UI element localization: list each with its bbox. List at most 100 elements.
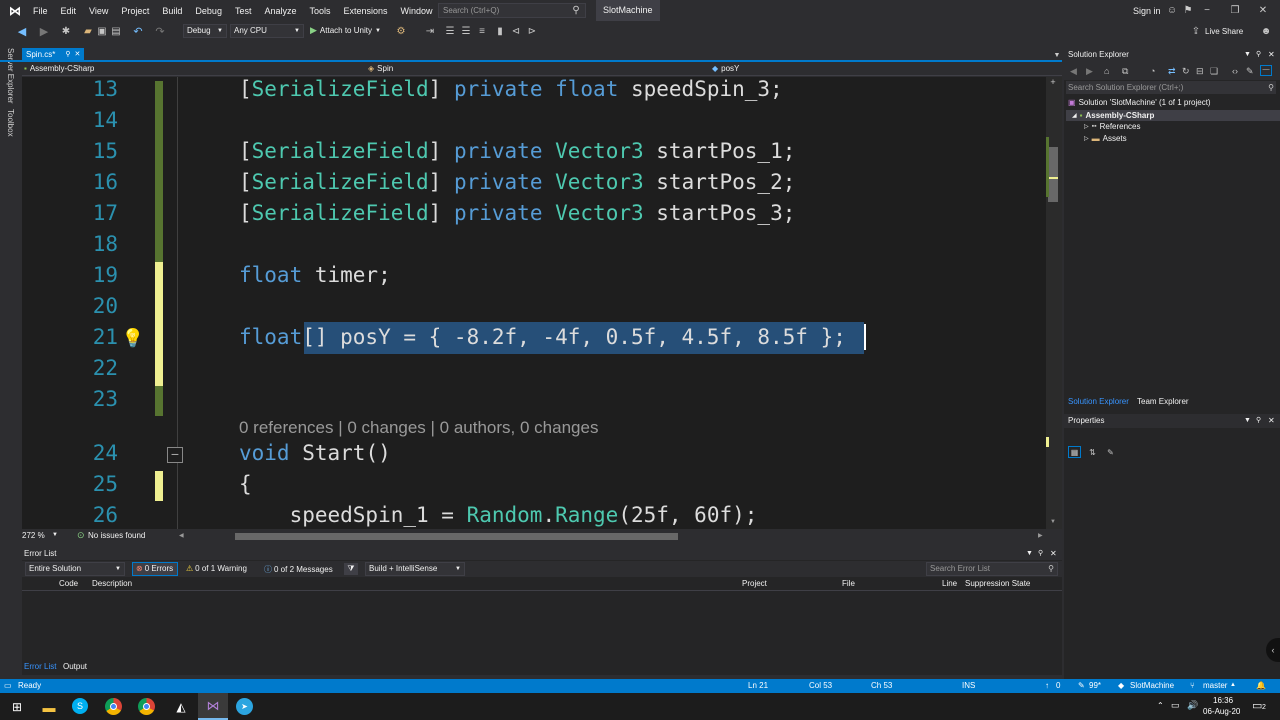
search-icon[interactable]: ⚲ (570, 4, 582, 16)
live-share-icon[interactable]: ⇪ (1190, 25, 1202, 37)
bookmark-next-icon[interactable]: ⊳ (526, 25, 538, 37)
status-branch[interactable]: master (1203, 681, 1227, 690)
volume-icon[interactable]: 🔊 (1187, 700, 1198, 711)
save-icon[interactable]: ▣ (96, 25, 108, 37)
visual-studio-logo-icon[interactable]: ⋈ (7, 3, 23, 19)
tray-time[interactable]: 16:36 (1213, 696, 1233, 705)
menu-item-debug[interactable]: Debug (195, 6, 222, 16)
panel-close-icon[interactable]: ✕ (1268, 414, 1275, 428)
code-line[interactable]: { (239, 472, 252, 496)
bookmark-icon[interactable]: ▮ (494, 25, 506, 37)
property-pages-icon[interactable]: ✎ (1104, 446, 1117, 458)
user-icon[interactable]: ☺ (1166, 4, 1178, 16)
panel-close-icon[interactable]: ✕ (1268, 48, 1275, 62)
menu-item-file[interactable]: File (33, 6, 48, 16)
code-editor[interactable]: 💡 − 13 [SerializeField] private float spe… (22, 77, 1046, 529)
network-icon[interactable]: ▭ (1171, 700, 1180, 711)
split-editor-icon[interactable]: + (1048, 77, 1058, 87)
telegram-icon[interactable]: ➤ (236, 698, 253, 715)
column-line[interactable]: Line (942, 579, 957, 588)
member-dropdown[interactable]: ◆ posY (712, 62, 1052, 75)
redo-icon[interactable]: ↷ (154, 25, 166, 38)
configuration-dropdown[interactable]: Debug ▼ (183, 24, 227, 38)
status-unpushed[interactable]: 0 (1056, 681, 1060, 690)
tab-team-explorer[interactable]: Team Explorer (1137, 397, 1189, 406)
column-project[interactable]: Project (742, 579, 767, 588)
chrome-icon[interactable] (105, 698, 122, 715)
scope-dropdown[interactable]: Entire Solution ▼ (25, 562, 125, 576)
preview-icon[interactable]: — (1260, 65, 1272, 76)
file-explorer-icon[interactable]: ▬ (38, 696, 60, 718)
menu-item-tools[interactable]: Tools (310, 6, 331, 16)
tab-output[interactable]: Output (63, 662, 87, 671)
scroll-down-icon[interactable]: ▼ (1048, 517, 1058, 527)
debug-tools-icon[interactable]: ⚙ (394, 25, 408, 37)
navigate-forward-icon[interactable]: ▶ (38, 25, 50, 38)
errors-filter-button[interactable]: ⊗ 0 Errors (132, 562, 178, 576)
menu-item-edit[interactable]: Edit (61, 6, 77, 16)
issues-status[interactable]: No issues found (88, 531, 145, 540)
error-search-input[interactable]: Search Error List ⚲ (926, 562, 1058, 576)
minimize-icon[interactable]: − (1200, 4, 1214, 16)
tree-assets[interactable]: ▷ ▬ Assets (1084, 134, 1127, 143)
bookmark-prev-icon[interactable]: ⊲ (510, 25, 522, 37)
navigate-back-icon[interactable]: ◀ (16, 25, 28, 38)
menu-item-view[interactable]: View (89, 6, 108, 16)
status-repo[interactable]: SlotMachine (1130, 681, 1174, 690)
sign-in-link[interactable]: Sign in (1133, 6, 1161, 16)
menu-item-extensions[interactable]: Extensions (344, 6, 388, 16)
panel-close-icon[interactable]: ✕ (1050, 547, 1057, 560)
forward-icon[interactable]: ▶ (1086, 66, 1093, 77)
column-file[interactable]: File (842, 579, 855, 588)
menu-item-analyze[interactable]: Analyze (264, 6, 296, 16)
codelens-info[interactable]: 0 references | 0 changes | 0 authors, 0 … (239, 418, 598, 438)
lightbulb-icon[interactable]: 💡 (122, 325, 144, 351)
warnings-filter-button[interactable]: ⚠ 0 of 1 Warning (186, 564, 247, 573)
tab-solution-explorer[interactable]: Solution Explorer (1068, 397, 1129, 406)
pending-changes-icon[interactable]: ◔ (1150, 66, 1155, 76)
open-folder-icon[interactable]: ▰ (82, 25, 94, 37)
pin-icon[interactable]: ⚲ (65, 48, 70, 61)
collapse-toggle[interactable]: − (167, 447, 183, 463)
tab-spin-cs[interactable]: Spin.cs* ⚲ ✕ (22, 48, 85, 61)
zoom-level[interactable]: 272 % (22, 531, 45, 540)
indent-icon[interactable]: ☰ (444, 25, 456, 37)
code-view-icon[interactable]: ‹› (1232, 66, 1238, 76)
pin-icon[interactable]: ⚲ (1256, 48, 1261, 62)
code-line[interactable]: float[] posY = { -8.2f, -4f, 0.5f, 4.5f,… (239, 325, 846, 349)
code-line[interactable]: speedSpin_1 = Random.Range(25f, 60f); (239, 503, 758, 527)
toolbox-tab[interactable]: Toolbox (6, 109, 15, 137)
panel-menu-icon[interactable]: ▼ (1244, 414, 1251, 428)
unity-icon[interactable]: ◭ (170, 696, 192, 718)
home-icon[interactable]: ⌂ (1104, 66, 1109, 76)
status-changes[interactable]: 99* (1089, 681, 1101, 690)
column-description[interactable]: Description (92, 579, 132, 588)
project-dropdown[interactable]: ▪ Assembly-CSharp (24, 62, 364, 75)
tab-error-list[interactable]: Error List (24, 662, 56, 671)
notifications-bell-icon[interactable]: 🔔 (1256, 681, 1266, 690)
chevron-down-icon[interactable]: ▼ (52, 532, 58, 538)
collapse-all-icon[interactable]: ⊟ (1196, 66, 1204, 77)
build-source-dropdown[interactable]: Build + IntelliSense ▼ (365, 562, 465, 576)
windows-start-icon[interactable]: ⊞ (6, 696, 28, 718)
platform-dropdown[interactable]: Any CPU ▼ (230, 24, 304, 38)
visual-studio-icon[interactable]: ⋈ (198, 693, 228, 720)
code-line[interactable]: float timer; (239, 263, 391, 287)
code-line[interactable]: [SerializeField] private Vector3 startPo… (239, 170, 795, 194)
scroll-left-icon[interactable]: ◀ (179, 532, 184, 539)
tree-references[interactable]: ▷ ▪▪ References (1084, 122, 1141, 131)
scrollbar-thumb[interactable] (1048, 147, 1058, 202)
class-dropdown[interactable]: ◈ Spin (368, 62, 708, 75)
refresh-icon[interactable]: ↻ (1182, 66, 1190, 77)
switch-views-icon[interactable]: ⧉ (1122, 66, 1128, 77)
close-icon[interactable]: ✕ (1256, 4, 1270, 16)
messages-filter-button[interactable]: ⓘ 0 of 2 Messages (264, 564, 333, 575)
tab-overflow-icon[interactable]: ▼ (1052, 50, 1062, 60)
tree-project[interactable]: ◢ ▪ Assembly-CSharp (1066, 110, 1280, 121)
menu-item-build[interactable]: Build (162, 6, 182, 16)
categorized-icon[interactable]: ▦ (1068, 446, 1081, 458)
back-icon[interactable]: ◀ (1070, 66, 1077, 77)
panel-menu-icon[interactable]: ▼ (1026, 547, 1033, 560)
menu-item-window[interactable]: Window (401, 6, 433, 16)
horizontal-scrollbar-thumb[interactable] (235, 533, 678, 540)
